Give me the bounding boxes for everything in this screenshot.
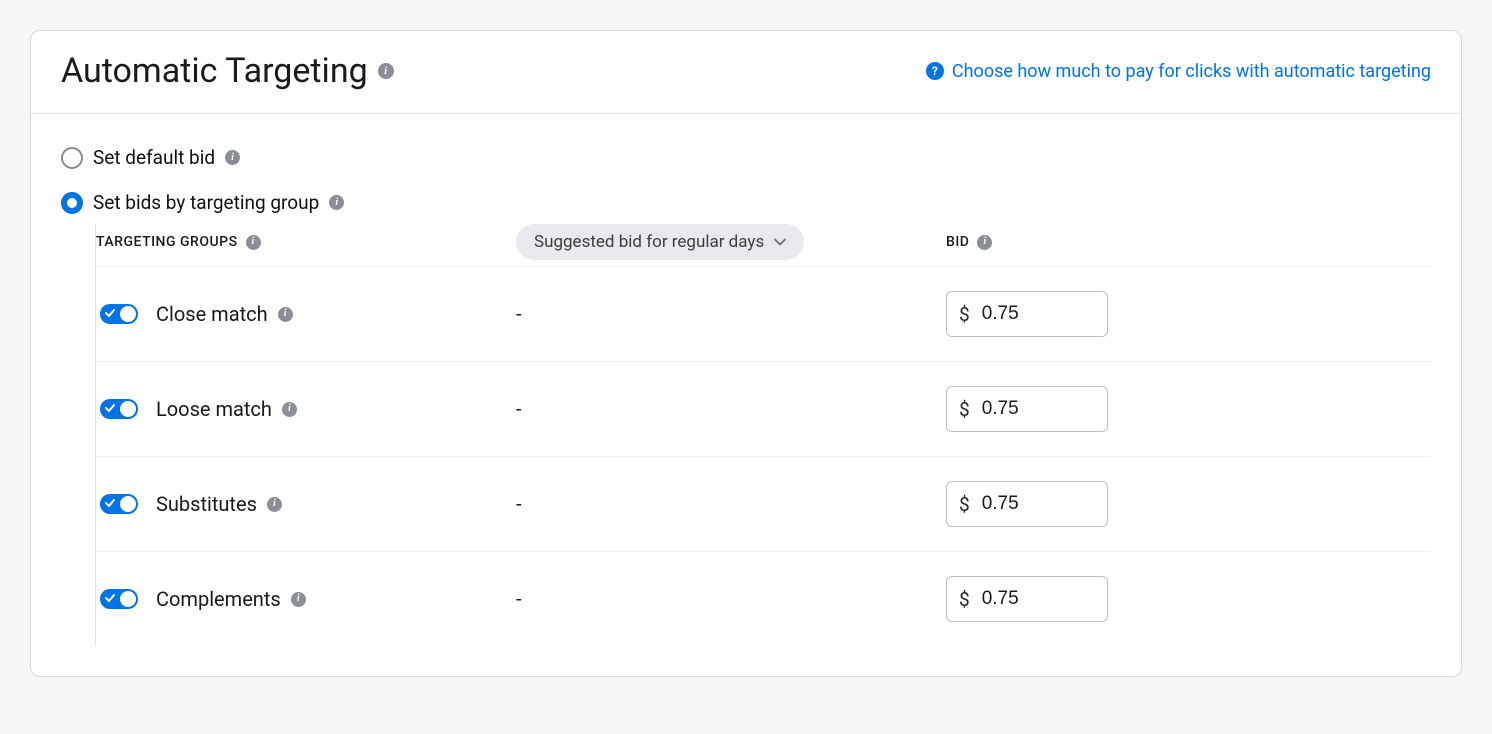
dropdown-label: Suggested bid for regular days (534, 232, 764, 252)
radio-icon (61, 192, 83, 214)
column-header-label: BID (946, 234, 969, 250)
suggested-bid-cell: - (516, 587, 946, 611)
radio-set-default-bid[interactable]: Set default bid i (61, 146, 1431, 169)
page-title: Automatic Targeting i (61, 51, 394, 91)
suggested-bid-value: - (516, 492, 522, 516)
currency-symbol: $ (959, 588, 970, 611)
bid-cell: $ (946, 481, 1108, 527)
toggle-knob (120, 496, 136, 512)
column-header-bid: BID i (946, 234, 992, 250)
bid-input-wrapper[interactable]: $ (946, 386, 1108, 432)
bid-cell: $ (946, 386, 1108, 432)
help-icon: ? (926, 62, 944, 80)
check-icon (105, 403, 115, 413)
card-header: Automatic Targeting i ? Choose how much … (31, 31, 1461, 114)
bid-input-wrapper[interactable]: $ (946, 576, 1108, 622)
info-icon[interactable]: i (329, 195, 344, 210)
bid-input[interactable] (982, 398, 1095, 420)
bid-input-wrapper[interactable]: $ (946, 291, 1108, 337)
group-name-cell: Close match i (96, 302, 516, 326)
radio-icon (61, 147, 83, 169)
targeting-group-row: Substitutes i - $ (96, 456, 1431, 551)
title-text: Automatic Targeting (61, 51, 368, 91)
radio-label: Set default bid (93, 146, 215, 169)
currency-symbol: $ (959, 303, 970, 326)
group-name-cell: Complements i (96, 587, 516, 611)
toggle-knob (120, 306, 136, 322)
suggested-bid-value: - (516, 587, 522, 611)
radio-set-bids-by-group[interactable]: Set bids by targeting group i (61, 191, 1431, 214)
group-name-text: Complements (156, 587, 281, 611)
suggested-bid-cell: - (516, 492, 946, 516)
group-name-cell: Substitutes i (96, 492, 516, 516)
column-headers: TARGETING GROUPS i Suggested bid for reg… (96, 224, 1431, 266)
suggested-bid-value: - (516, 397, 522, 421)
currency-symbol: $ (959, 398, 970, 421)
group-toggle[interactable] (100, 589, 138, 609)
bid-input[interactable] (982, 493, 1095, 515)
info-icon[interactable]: i (267, 497, 282, 512)
info-icon[interactable]: i (291, 592, 306, 607)
group-name-cell: Loose match i (96, 397, 516, 421)
help-link-text: Choose how much to pay for clicks with a… (952, 61, 1431, 82)
help-link[interactable]: ? Choose how much to pay for clicks with… (926, 61, 1431, 82)
info-icon[interactable]: i (246, 235, 261, 250)
info-icon[interactable]: i (225, 150, 240, 165)
group-toggle[interactable] (100, 304, 138, 324)
bid-cell: $ (946, 576, 1108, 622)
group-label: Substitutes i (156, 492, 282, 516)
info-icon[interactable]: i (278, 307, 293, 322)
group-toggle[interactable] (100, 399, 138, 419)
bid-cell: $ (946, 291, 1108, 337)
toggle-knob (120, 401, 136, 417)
info-icon[interactable]: i (282, 402, 297, 417)
targeting-group-row: Loose match i - $ (96, 361, 1431, 456)
group-toggle[interactable] (100, 494, 138, 514)
group-name-text: Close match (156, 302, 268, 326)
suggested-bid-dropdown[interactable]: Suggested bid for regular days (516, 224, 804, 260)
info-icon[interactable]: i (378, 63, 394, 79)
check-icon (105, 308, 115, 318)
targeting-groups-section: TARGETING GROUPS i Suggested bid for reg… (95, 224, 1431, 646)
toggle-knob (120, 591, 136, 607)
group-label: Complements i (156, 587, 306, 611)
suggested-bid-cell: - (516, 302, 946, 326)
chevron-down-icon (774, 236, 786, 248)
bid-input[interactable] (982, 303, 1095, 325)
card-body: Set default bid i Set bids by targeting … (31, 114, 1461, 676)
targeting-group-row: Complements i - $ (96, 551, 1431, 646)
group-label: Close match i (156, 302, 293, 326)
currency-symbol: $ (959, 493, 970, 516)
automatic-targeting-card: Automatic Targeting i ? Choose how much … (30, 30, 1462, 677)
group-name-text: Loose match (156, 397, 272, 421)
group-name-text: Substitutes (156, 492, 257, 516)
bid-input-wrapper[interactable]: $ (946, 481, 1108, 527)
bid-input[interactable] (982, 588, 1095, 610)
targeting-group-row: Close match i - $ (96, 266, 1431, 361)
column-header-suggested: Suggested bid for regular days (516, 224, 946, 260)
check-icon (105, 498, 115, 508)
radio-label: Set bids by targeting group (93, 191, 319, 214)
suggested-bid-cell: - (516, 397, 946, 421)
suggested-bid-value: - (516, 302, 522, 326)
column-header-label: TARGETING GROUPS (96, 234, 238, 250)
check-icon (105, 593, 115, 603)
info-icon[interactable]: i (977, 235, 992, 250)
column-header-groups: TARGETING GROUPS i (96, 234, 516, 250)
group-label: Loose match i (156, 397, 297, 421)
